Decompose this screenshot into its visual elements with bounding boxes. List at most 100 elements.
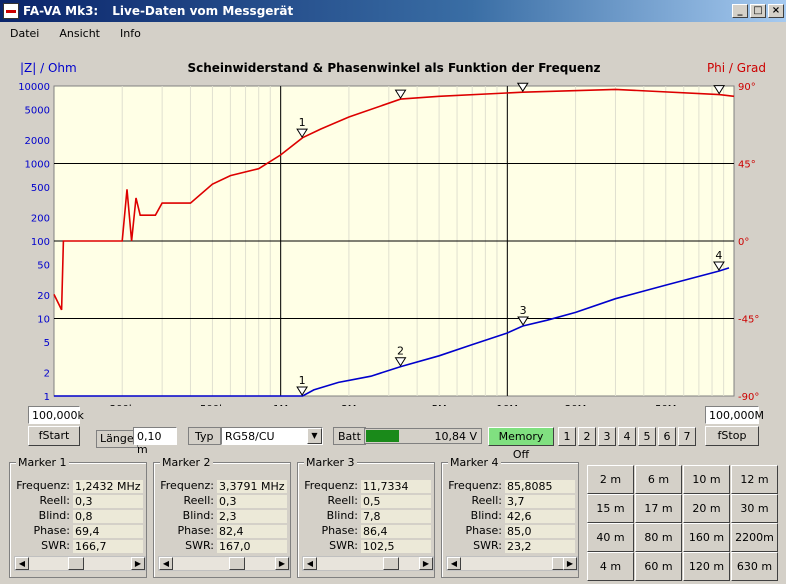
marker-scrollbar[interactable]: ◀ ▶ bbox=[158, 556, 290, 571]
marker-field-label: Phase: bbox=[177, 524, 214, 537]
scroll-left-icon[interactable]: ◀ bbox=[15, 557, 29, 570]
x-tick-label: 50M bbox=[655, 404, 676, 406]
length-button-80m[interactable]: 80 m bbox=[635, 523, 682, 552]
marker-row-phase: Phase: 85,0 bbox=[444, 524, 576, 539]
batt-label: Batt bbox=[333, 427, 366, 445]
battery-gauge: 10,84 V bbox=[364, 428, 482, 444]
memory-slot-3[interactable]: 3 bbox=[598, 427, 616, 446]
battery-voltage: 10,84 V bbox=[434, 430, 477, 443]
marker-swr-value: 23,2 bbox=[504, 539, 576, 554]
typ-select[interactable]: RG58/CU ▼ bbox=[221, 427, 323, 445]
scroll-right-icon[interactable]: ▶ bbox=[131, 557, 145, 570]
marker-blind-value: 0,8 bbox=[72, 509, 144, 524]
length-button-630m[interactable]: 630 m bbox=[731, 552, 778, 581]
y-left-tick-label: 10 bbox=[37, 315, 50, 326]
marker-row-phase: Phase: 69,4 bbox=[12, 524, 144, 539]
scroll-thumb[interactable] bbox=[229, 557, 245, 570]
memory-slot-2[interactable]: 2 bbox=[578, 427, 596, 446]
length-button-17m[interactable]: 17 m bbox=[635, 494, 682, 523]
marker-scrollbar[interactable]: ◀ ▶ bbox=[14, 556, 146, 571]
menu-info[interactable]: Info bbox=[120, 27, 141, 40]
marker-swr-value: 102,5 bbox=[360, 539, 432, 554]
length-button-20m[interactable]: 20 m bbox=[683, 494, 730, 523]
window-subtitle: Live-Daten vom Messgerät bbox=[112, 4, 294, 18]
scroll-left-icon[interactable]: ◀ bbox=[159, 557, 173, 570]
y-left-tick-label: 200 bbox=[31, 214, 50, 225]
scroll-thumb[interactable] bbox=[68, 557, 84, 570]
fstart-button[interactable]: fStart bbox=[28, 426, 80, 446]
memory-slot-5[interactable]: 5 bbox=[638, 427, 656, 446]
marker-field-label: Blind: bbox=[470, 509, 502, 522]
marker-row-blind: Blind: 42,6 bbox=[444, 509, 576, 524]
y-left-tick-label: 2000 bbox=[25, 136, 50, 147]
marker-field-label: SWR: bbox=[329, 539, 358, 552]
scroll-thumb[interactable] bbox=[383, 557, 399, 570]
marker-scrollbar[interactable]: ◀ ▶ bbox=[446, 556, 578, 571]
marker-field-label: Blind: bbox=[326, 509, 358, 522]
marker-field-label: Frequenz: bbox=[304, 479, 358, 492]
fstop-input[interactable]: 100,000M bbox=[705, 406, 764, 424]
marker-panel-3: Marker 3 Frequenz:11,7334 MHzReell:0,5Bli… bbox=[297, 456, 435, 578]
marker-phase-value: 85,0 bbox=[504, 524, 576, 539]
length-button-30m[interactable]: 30 m bbox=[731, 494, 778, 523]
minimize-button[interactable]: _ bbox=[732, 4, 748, 18]
laenge-input[interactable]: 0,10 m bbox=[133, 427, 177, 456]
marker-row-reell: Reell: 0,3 bbox=[12, 494, 144, 509]
marker-field-label: Blind: bbox=[38, 509, 70, 522]
memory-slot-1[interactable]: 1 bbox=[558, 427, 576, 446]
y-right-tick-label: 45° bbox=[738, 160, 756, 171]
menu-datei[interactable]: Datei bbox=[10, 27, 39, 40]
marker-row-blind: Blind: 0,8 bbox=[12, 509, 144, 524]
marker-label: 1 bbox=[299, 374, 306, 387]
fstart-input[interactable]: 100,000k bbox=[28, 406, 84, 424]
length-button-10m[interactable]: 10 m bbox=[683, 465, 730, 494]
length-button-160m[interactable]: 160 m bbox=[683, 523, 730, 552]
close-button[interactable]: × bbox=[768, 4, 784, 18]
menu-bar: Datei Ansicht Info bbox=[0, 22, 786, 44]
scroll-left-icon[interactable]: ◀ bbox=[447, 557, 461, 570]
length-button-60m[interactable]: 60 m bbox=[635, 552, 682, 581]
memory-off-button[interactable]: Memory Off bbox=[488, 427, 554, 461]
length-button-12m[interactable]: 12 m bbox=[731, 465, 778, 494]
marker-field-label: SWR: bbox=[473, 539, 502, 552]
scroll-right-icon[interactable]: ▶ bbox=[275, 557, 289, 570]
chart-title: Scheinwiderstand & Phasenwinkel als Funk… bbox=[187, 61, 600, 75]
marker-freq-value: 11,7334 MHz bbox=[360, 479, 432, 506]
length-button-40m[interactable]: 40 m bbox=[587, 523, 634, 552]
scroll-right-icon[interactable]: ▶ bbox=[419, 557, 433, 570]
window-title: FA-VA Mk3: bbox=[23, 4, 99, 18]
marker-row-phase: Phase: 82,4 bbox=[156, 524, 288, 539]
x-tick-label: 500k bbox=[200, 404, 225, 406]
scroll-left-icon[interactable]: ◀ bbox=[303, 557, 317, 570]
length-button-2200m[interactable]: 2200m bbox=[731, 523, 778, 552]
fstop-button[interactable]: fStop bbox=[705, 426, 759, 446]
length-button-120m[interactable]: 120 m bbox=[683, 552, 730, 581]
y-left-tick-label: 500 bbox=[31, 183, 50, 194]
marker-row-freq: Frequenz: 3,3791 MHz bbox=[156, 479, 288, 494]
marker-row-reell: Reell: 0,3 bbox=[156, 494, 288, 509]
marker-reell-value: 0,3 bbox=[216, 494, 288, 509]
length-button-2m[interactable]: 2 m bbox=[587, 465, 634, 494]
length-button-4m[interactable]: 4 m bbox=[587, 552, 634, 581]
chevron-down-icon[interactable]: ▼ bbox=[307, 428, 322, 444]
y-right-tick-label: -45° bbox=[738, 315, 759, 326]
x-tick-label: 10M bbox=[497, 404, 518, 406]
length-button-15m[interactable]: 15 m bbox=[587, 494, 634, 523]
y-left-tick-label: 50 bbox=[37, 260, 50, 271]
marker-row-reell: Reell: 0,5 bbox=[300, 494, 432, 509]
maximize-button[interactable]: □ bbox=[750, 4, 766, 18]
length-button-6m[interactable]: 6 m bbox=[635, 465, 682, 494]
marker-scrollbar[interactable]: ◀ ▶ bbox=[302, 556, 434, 571]
marker-field-label: Reell: bbox=[183, 494, 214, 507]
memory-slot-4[interactable]: 4 bbox=[618, 427, 636, 446]
memory-slot-6[interactable]: 6 bbox=[658, 427, 676, 446]
marker-field-label: Blind: bbox=[182, 509, 214, 522]
menu-ansicht[interactable]: Ansicht bbox=[59, 27, 100, 40]
x-tick-label: 2M bbox=[341, 404, 356, 406]
marker-row-freq: Frequenz: 1,2432 MHz bbox=[12, 479, 144, 494]
marker-swr-value: 167,0 bbox=[216, 539, 288, 554]
scroll-right-icon[interactable]: ▶ bbox=[563, 557, 577, 570]
memory-slot-7[interactable]: 7 bbox=[678, 427, 696, 446]
right-axis-label: Phi / Grad bbox=[707, 61, 766, 75]
typ-label: Typ bbox=[188, 427, 221, 445]
